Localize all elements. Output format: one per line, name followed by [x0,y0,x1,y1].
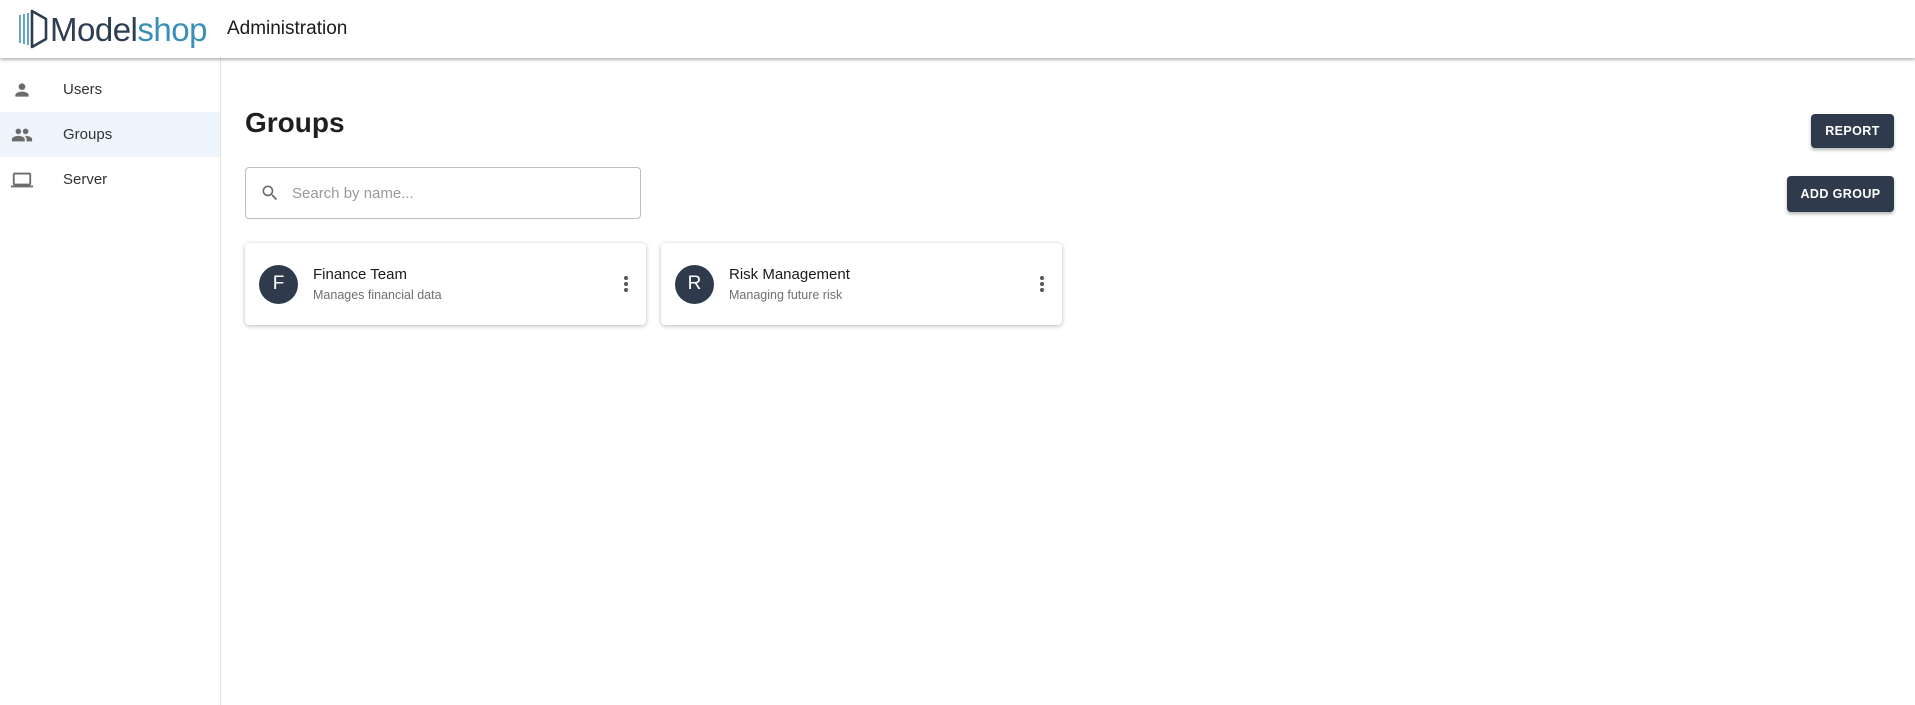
group-description: Manages financial data [313,288,442,302]
people-icon [10,123,34,147]
top-bar: Modelshop Administration [0,0,1915,58]
sidebar-item-label: Groups [63,126,113,143]
search-icon [258,181,282,205]
admin-app: Modelshop Administration Users Groups Se… [0,0,1915,705]
search-input[interactable] [292,184,622,202]
logo-text: Modelshop [50,13,207,46]
report-button[interactable]: REPORT [1811,114,1894,148]
group-card-text: Risk Management Managing future risk [729,266,850,302]
logo-text-model: Model [50,10,138,48]
sidebar-item-groups[interactable]: Groups [0,112,220,157]
sidebar: Users Groups Server [0,58,221,705]
app-title: Administration [226,18,348,39]
group-description: Managing future risk [729,288,843,302]
group-card-finance-team[interactable]: F Finance Team Manages financial data [245,243,646,325]
sidebar-item-server[interactable]: Server [0,157,220,202]
laptop-icon [10,168,34,192]
person-icon [10,78,34,102]
logo-text-shop: shop [137,10,207,48]
sidebar-item-users[interactable]: Users [0,67,220,112]
page-title: Groups [245,107,345,138]
avatar: R [675,264,714,304]
group-card-risk-management[interactable]: R Risk Management Managing future risk [661,243,1062,325]
group-name: Finance Team [313,266,407,283]
search-box[interactable] [245,167,641,219]
sidebar-item-label: Server [63,171,108,188]
group-card-text: Finance Team Manages financial data [313,266,442,302]
sidebar-item-label: Users [63,81,103,98]
avatar: F [259,264,298,304]
add-group-button[interactable]: ADD GROUP [1787,176,1894,212]
more-vert-icon[interactable] [620,272,632,296]
logo-mark-icon [19,9,48,49]
group-list: F Finance Team Manages financial data R … [245,243,1062,325]
modelshop-logo[interactable]: Modelshop [18,0,207,58]
group-name: Risk Management [729,266,850,283]
more-vert-icon[interactable] [1036,272,1048,296]
main-content: Groups REPORT ADD GROUP F Finance Team M… [222,58,1915,705]
